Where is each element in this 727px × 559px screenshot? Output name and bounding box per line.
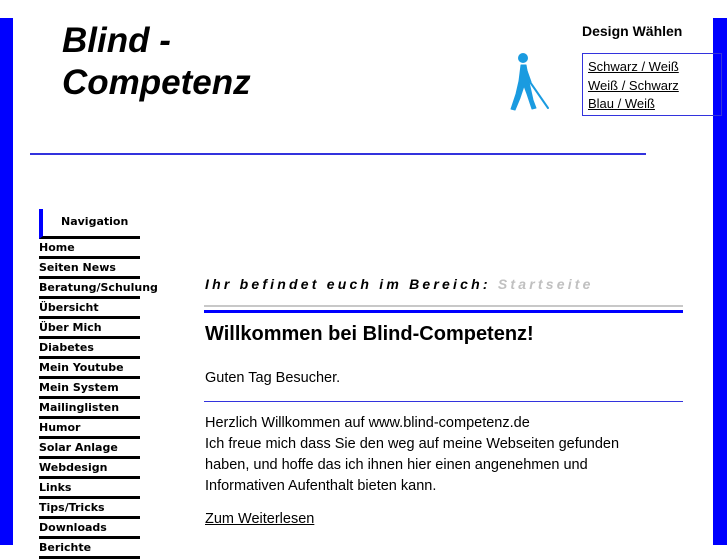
nav-item-mailinglisten[interactable]: Mailinglisten (39, 399, 140, 419)
nav-item-links[interactable]: Links (39, 479, 140, 499)
nav-item-humor[interactable]: Humor (39, 419, 140, 439)
site-title: Blind - Competenz (62, 20, 251, 104)
design-option-black-white[interactable]: Schwarz / Weiß (588, 58, 721, 77)
nav-header-label: Navigation (61, 215, 129, 228)
page-heading: Willkommen bei Blind-Competenz! (205, 323, 534, 345)
breadcrumb: Ihr befindet euch im Bereich: Startseite (205, 276, 594, 292)
breadcrumb-divider-blue (204, 310, 683, 313)
read-more-link[interactable]: Zum Weiterlesen (205, 511, 314, 527)
nav-item-ueber-mich[interactable]: Über Mich (39, 319, 140, 339)
sidebar-navigation: Navigation Home Seiten News Beratung/Sch… (39, 209, 158, 559)
blind-person-with-cane-icon (508, 48, 556, 114)
breadcrumb-prefix: Ihr befindet euch im Bereich: (205, 276, 491, 292)
design-chooser-title: Design Wählen (582, 23, 683, 39)
breadcrumb-current: Startseite (497, 276, 594, 292)
breadcrumb-divider-gray (204, 305, 683, 307)
header-divider (30, 153, 646, 155)
intro-line: Herzlich Willkommen auf www.blind-compet… (205, 415, 530, 431)
nav-item-webdesign[interactable]: Webdesign (39, 459, 140, 479)
greeting-text: Guten Tag Besucher. (205, 370, 341, 386)
nav-item-tips-tricks[interactable]: Tips/Tricks (39, 499, 140, 519)
nav-item-diabetes[interactable]: Diabetes (39, 339, 140, 359)
nav-item-solar-anlage[interactable]: Solar Anlage (39, 439, 140, 459)
intro-paragraph: Herzlich Willkommen auf www.blind-compet… (205, 413, 675, 497)
design-option-white-black[interactable]: Weiß / Schwarz (588, 77, 721, 96)
nav-item-mein-youtube[interactable]: Mein Youtube (39, 359, 140, 379)
content-divider (204, 401, 683, 402)
nav-header: Navigation (39, 209, 140, 239)
site-title-line-2: Competenz (62, 63, 251, 102)
nav-item-beratung-schulung[interactable]: Beratung/Schulung (39, 279, 158, 299)
nav-item-home[interactable]: Home (39, 239, 140, 259)
intro-line: haben, und hoffe das ich ihnen hier eine… (205, 457, 588, 473)
nav-item-seiten-news[interactable]: Seiten News (39, 259, 140, 279)
design-option-blue-white[interactable]: Blau / Weiß (588, 95, 721, 114)
nav-item-berichte[interactable]: Berichte (39, 539, 140, 559)
intro-line: Ich freue mich dass Sie den weg auf mein… (205, 436, 620, 452)
left-accent-bar (0, 18, 13, 545)
intro-line: Informativen Aufenthalt bieten kann. (205, 478, 437, 494)
nav-item-mein-system[interactable]: Mein System (39, 379, 140, 399)
nav-item-uebersicht[interactable]: Übersicht (39, 299, 140, 319)
design-chooser: Schwarz / Weiß Weiß / Schwarz Blau / Wei… (582, 53, 722, 116)
site-title-line-1: Blind - (62, 21, 171, 60)
nav-item-downloads[interactable]: Downloads (39, 519, 140, 539)
